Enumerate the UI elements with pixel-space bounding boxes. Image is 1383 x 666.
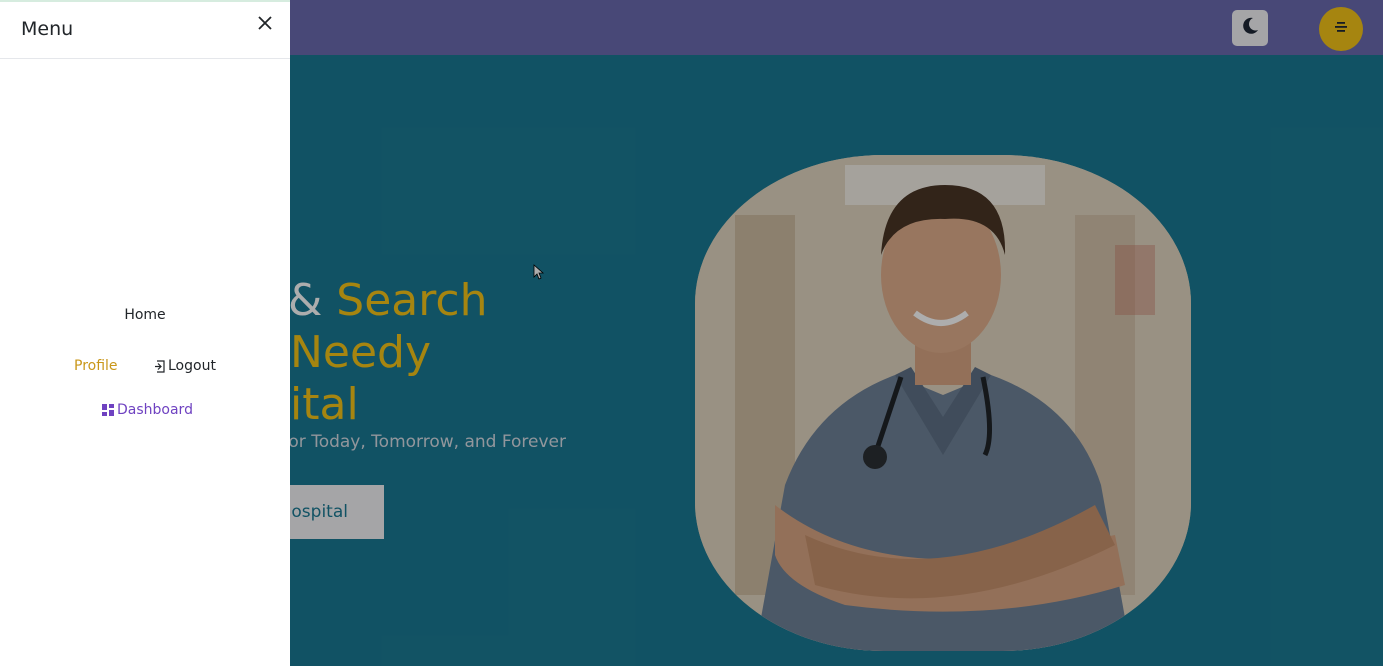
close-icon[interactable]: [254, 12, 276, 34]
nav-dashboard-link[interactable]: Dashboard: [102, 402, 193, 418]
page: & Search Needy ital or Today, Tomorrow, …: [0, 0, 1383, 666]
nav-logout-label: Logout: [168, 358, 216, 374]
nav-logout-link[interactable]: Logout: [154, 358, 216, 374]
dashboard-icon: [102, 404, 114, 416]
nav-profile-link[interactable]: Profile: [74, 358, 118, 374]
nav-home-link[interactable]: Home: [0, 307, 290, 323]
side-drawer: Menu Home Profile Logout Dashboard: [0, 0, 290, 666]
logout-icon: [154, 359, 165, 373]
drawer-title: Menu: [21, 18, 74, 40]
nav-dashboard-label: Dashboard: [117, 402, 193, 418]
drawer-header: Menu: [0, 2, 290, 59]
